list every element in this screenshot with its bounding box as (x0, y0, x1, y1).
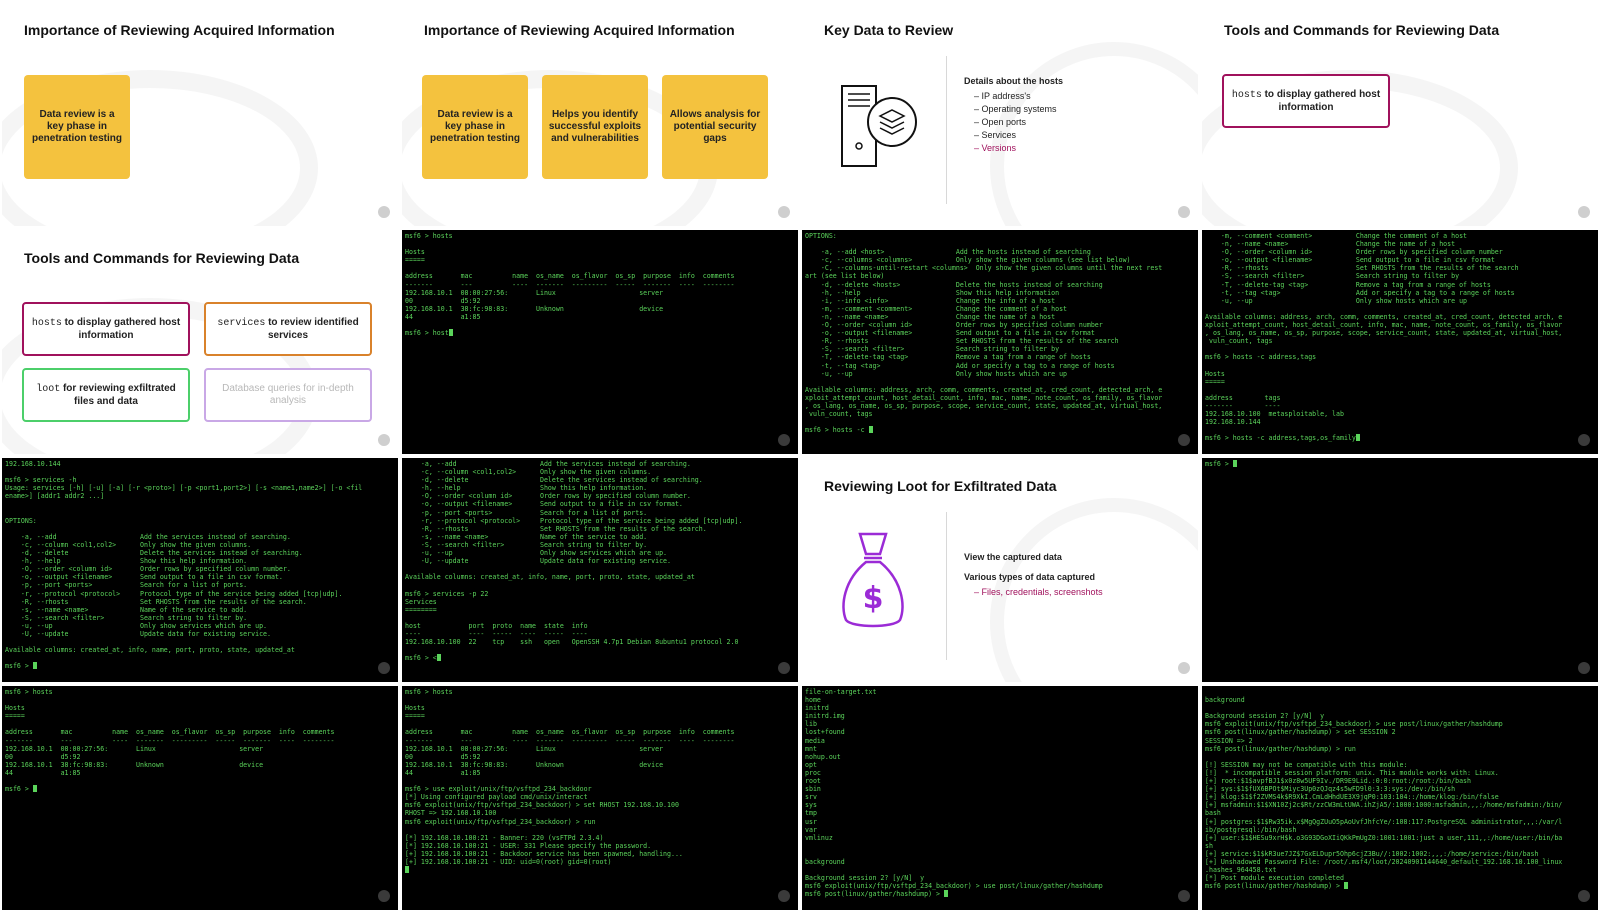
hosts-command-card: hosts to display gathered host informati… (22, 302, 190, 356)
list-item-highlighted: Files, credentials, screenshots (974, 586, 1103, 599)
terminal-cursor (32, 785, 37, 793)
terminal-output: msf6 > hosts Hosts ===== address mac nam… (5, 688, 335, 794)
video-thumbnail-grid: Importance of Reviewing Acquired Informa… (0, 0, 1600, 910)
list-item: Open ports (974, 116, 1063, 129)
slide-reviewing-loot[interactable]: Reviewing Loot for Exfiltrated Data $ Vi… (802, 458, 1198, 682)
command-text: hosts (31, 317, 62, 329)
watermark-logo-icon (1178, 206, 1190, 218)
yellow-card: Helps you identify successful exploits a… (542, 75, 648, 179)
loot-line-2: Various types of data captured (964, 572, 1096, 582)
watermark-logo-icon (378, 662, 390, 674)
svg-text:$: $ (863, 581, 884, 616)
terminal-output: msf6 > (1205, 460, 1595, 680)
server-database-icon (841, 85, 917, 167)
divider (946, 56, 947, 204)
command-text: loot (36, 383, 61, 395)
terminal-output: file-on-target.txt home initrd initrd.im… (805, 688, 1103, 899)
watermark-logo-icon (1578, 662, 1590, 674)
list-item: IP address's (974, 90, 1063, 103)
watermark-logo-icon (778, 434, 790, 446)
loot-list: Files, credentials, screenshots (964, 586, 1103, 599)
card-text: to review identified services (265, 316, 359, 341)
terminal-hashdump[interactable]: background Background session 2? [y/N] y… (1202, 686, 1598, 910)
card-text: to display gathered host information (1261, 88, 1381, 113)
hosts-command-card: hosts to display gathered host informati… (1222, 74, 1390, 128)
terminal-exploit[interactable]: msf6 > hosts Hosts ===== address mac nam… (402, 686, 798, 910)
slide-title: Tools and Commands for Reviewing Data (1224, 22, 1500, 38)
terminal-services-port[interactable]: -a, --add Add the services instead of se… (402, 458, 798, 682)
terminal-cursor (436, 654, 441, 662)
terminal-output: msf6 > hosts Hosts ===== address mac nam… (405, 232, 735, 338)
watermark-logo-icon (1578, 434, 1590, 446)
card-text: to display gathered host information (61, 316, 181, 341)
terminal-output: msf6 > hosts Hosts ===== address mac nam… (405, 688, 795, 908)
list-item: Operating systems (974, 103, 1063, 116)
terminal-cursor (1343, 882, 1348, 890)
terminal-output: -a, --add Add the services instead of se… (405, 460, 743, 663)
watermark-logo-icon (1578, 890, 1590, 902)
slide-title: Tools and Commands for Reviewing Data (24, 250, 300, 266)
terminal-cursor (943, 890, 948, 898)
slide-title: Importance of Reviewing Acquired Informa… (424, 22, 735, 38)
terminal-output: 192.168.10.144 msf6 > services -h Usage:… (5, 460, 363, 671)
card-text: for reviewing exfiltrated files and data (60, 382, 176, 407)
slide-title: Key Data to Review (824, 22, 954, 38)
terminal-cursor (1355, 434, 1360, 442)
host-details: Details about the hosts IP address's Ope… (964, 76, 1063, 155)
slide-tools-2[interactable]: Tools and Commands for Reviewing Data ho… (2, 230, 398, 454)
slide-importance-2[interactable]: Importance of Reviewing Acquired Informa… (402, 2, 798, 226)
loot-line-1: View the captured data (964, 552, 1062, 562)
watermark-logo-icon (778, 890, 790, 902)
terminal-hosts-help[interactable]: OPTIONS: -a, --add <host> Add the hosts … (802, 230, 1198, 454)
details-list: IP address's Operating systems Open port… (964, 90, 1063, 155)
watermark-logo-icon (1178, 662, 1190, 674)
terminal-output: background Background session 2? [y/N] y… (1205, 696, 1563, 891)
slide-key-data[interactable]: Key Data to Review Details about the hos… (802, 2, 1198, 226)
money-bag-icon: $ (842, 532, 904, 628)
watermark-logo-icon (378, 890, 390, 902)
slide-title: Importance of Reviewing Acquired Informa… (24, 22, 335, 38)
terminal-cursor (405, 866, 409, 874)
loot-details: View the captured data Various types of … (964, 552, 1103, 599)
watermark-logo-icon (778, 206, 790, 218)
terminal-output: OPTIONS: -a, --add <host> Add the hosts … (805, 232, 1163, 435)
terminal-services-help[interactable]: 192.168.10.144 msf6 > services -h Usage:… (2, 458, 398, 682)
list-item: Services (974, 129, 1063, 142)
terminal-cursor (868, 426, 873, 434)
terminal-cursor (448, 329, 453, 337)
watermark-logo-icon (1178, 890, 1190, 902)
slide-title: Reviewing Loot for Exfiltrated Data (824, 478, 1057, 494)
loot-command-card: loot for reviewing exfiltrated files and… (22, 368, 190, 422)
terminal-hosts-tags[interactable]: -m, --comment <comment> Change the comme… (1202, 230, 1598, 454)
slide-tools-1[interactable]: Tools and Commands for Reviewing Data ho… (1202, 2, 1598, 226)
watermark-logo-icon (778, 662, 790, 674)
slide-importance-1[interactable]: Importance of Reviewing Acquired Informa… (2, 2, 398, 226)
list-item-highlighted: Versions (974, 142, 1063, 155)
details-heading: Details about the hosts (964, 76, 1064, 86)
services-command-card: services to review identified services (204, 302, 372, 356)
yellow-card: Data review is a key phase in penetratio… (24, 75, 130, 179)
yellow-card: Allows analysis for potential security g… (662, 75, 768, 179)
yellow-card: Data review is a key phase in penetratio… (422, 75, 528, 179)
terminal-cursor (32, 662, 37, 670)
watermark-logo-icon (378, 206, 390, 218)
watermark-logo-icon (378, 434, 390, 446)
divider (946, 512, 947, 660)
terminal-hosts[interactable]: msf6 > hosts Hosts ===== address mac nam… (402, 230, 798, 454)
command-text: hosts (1231, 89, 1262, 101)
command-text: services (217, 317, 266, 329)
terminal-filesystem[interactable]: file-on-target.txt home initrd initrd.im… (802, 686, 1198, 910)
watermark-logo-icon (1178, 434, 1190, 446)
terminal-output: -m, --comment <comment> Change the comme… (1205, 232, 1563, 443)
terminal-hosts-2[interactable]: msf6 > hosts Hosts ===== address mac nam… (2, 686, 398, 910)
watermark-logo-icon (1578, 206, 1590, 218)
terminal-cursor (1232, 460, 1237, 467)
terminal-empty-prompt[interactable]: msf6 > (1202, 458, 1598, 682)
database-queries-card: Database queries for in-depth analysis (204, 368, 372, 422)
